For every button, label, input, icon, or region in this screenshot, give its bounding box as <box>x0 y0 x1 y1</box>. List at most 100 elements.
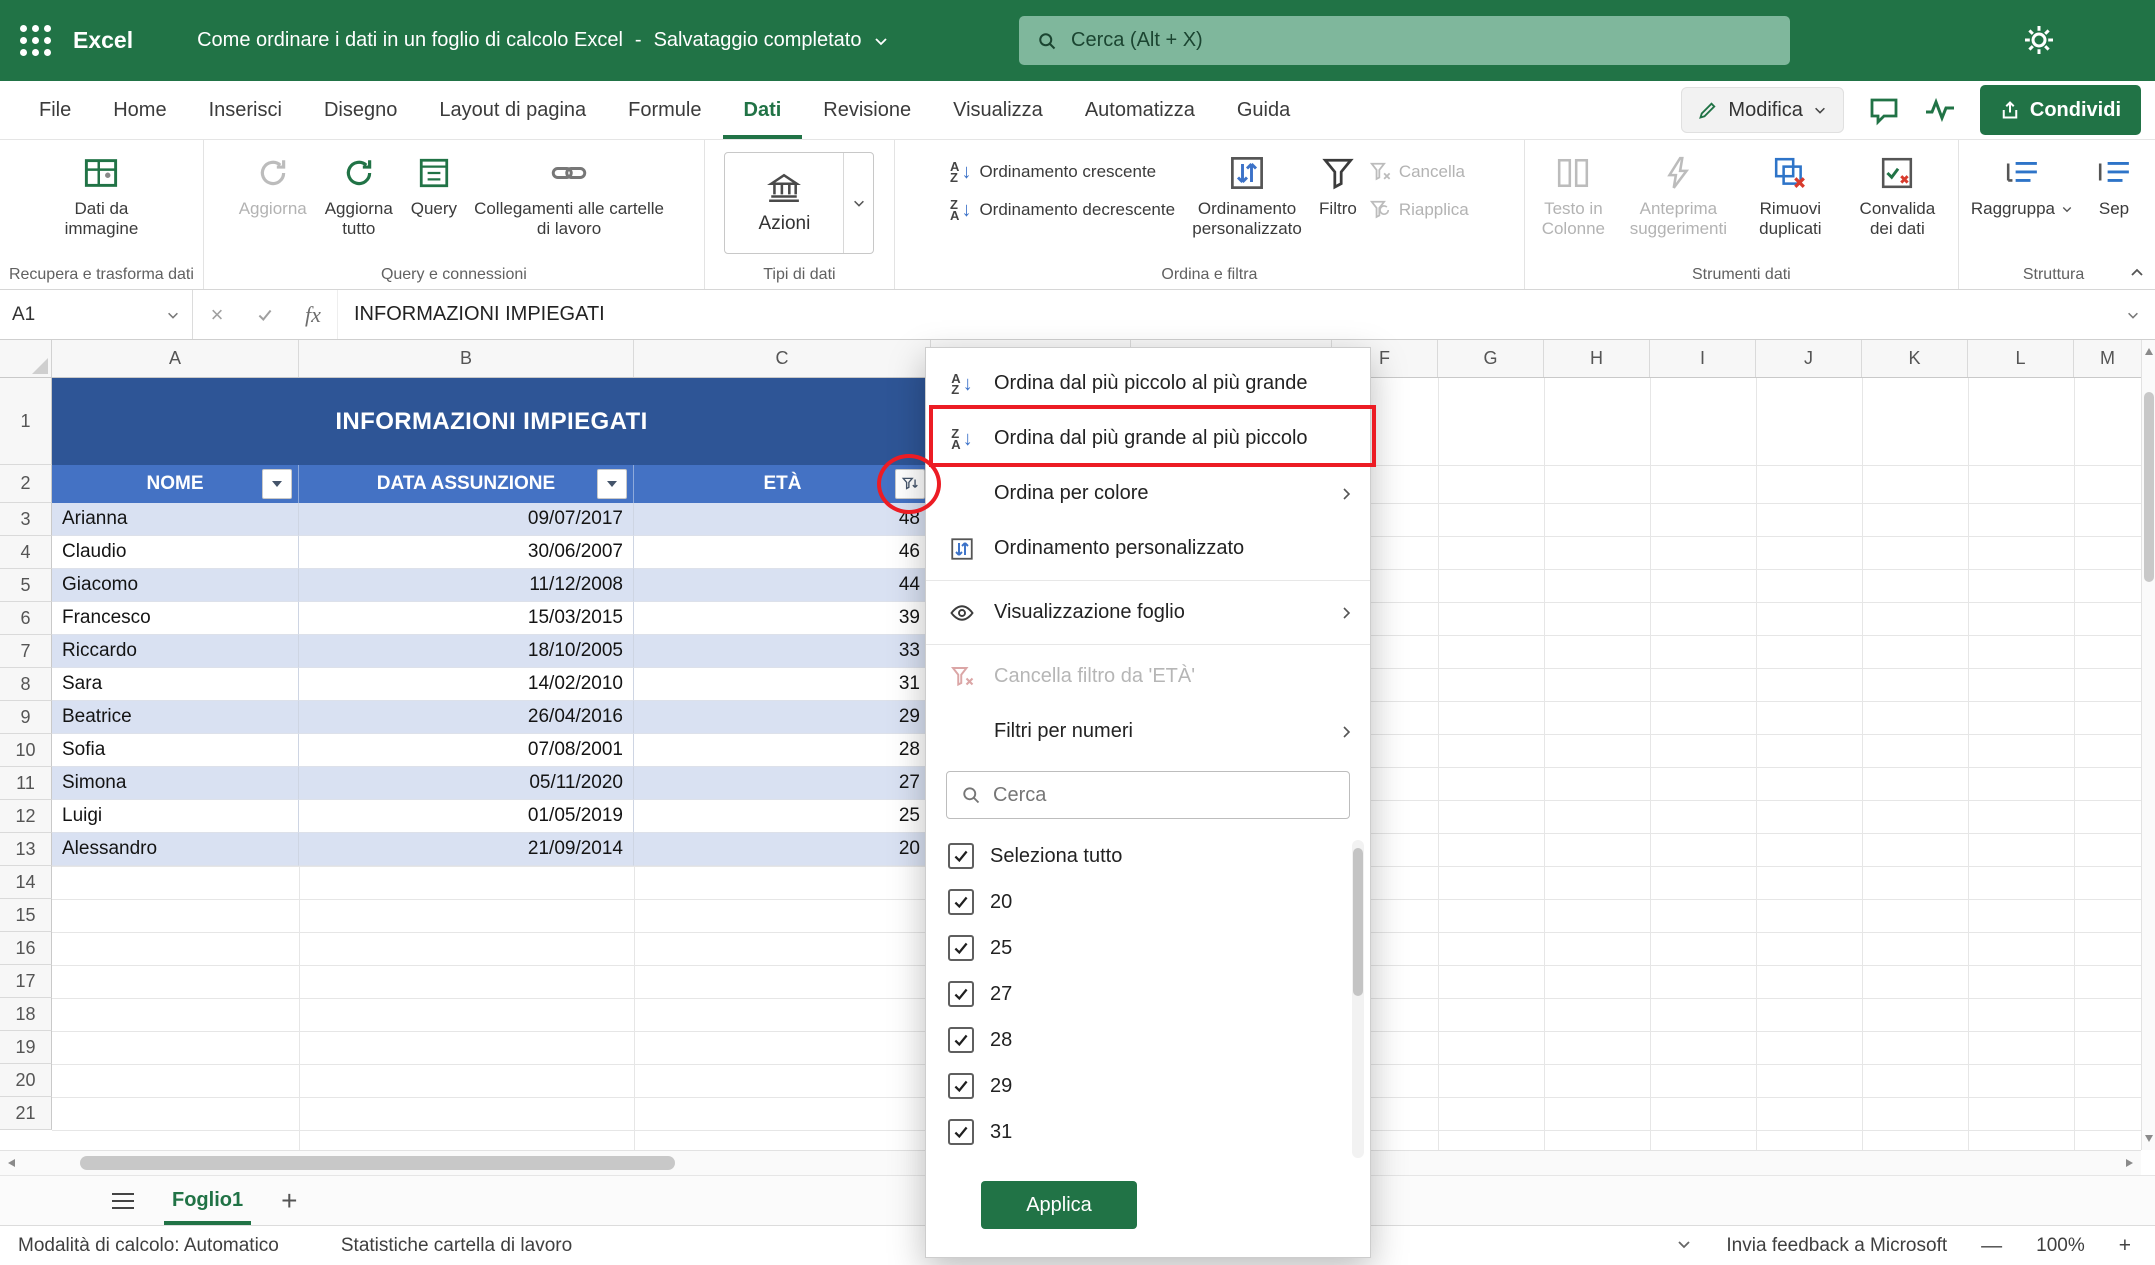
table-row[interactable]: Francesco 15/03/2015 39 <box>52 602 931 635</box>
row-header[interactable]: 19 <box>0 1031 52 1064</box>
cell-data[interactable]: 01/05/2019 <box>299 800 634 833</box>
cancel-entry-icon[interactable]: × <box>193 290 241 339</box>
cell-eta[interactable]: 33 <box>634 635 931 668</box>
tab-revisione[interactable]: Revisione <box>802 81 932 139</box>
scroll-up-arrow[interactable] <box>2145 348 2153 355</box>
row-header[interactable]: 9 <box>0 701 52 734</box>
tab-file[interactable]: File <box>18 81 92 139</box>
table-title-cell[interactable]: INFORMAZIONI IMPIEGATI <box>52 378 931 465</box>
cell-data[interactable]: 14/02/2010 <box>299 668 634 701</box>
column-header-b[interactable]: B <box>299 340 634 377</box>
table-row[interactable]: Alessandro 21/09/2014 20 <box>52 833 931 866</box>
data-assunzione-filter-dropdown-button[interactable] <box>597 469 627 499</box>
refresh-button[interactable]: Aggiorna <box>233 148 313 225</box>
cell-nome[interactable]: Luigi <box>52 800 299 833</box>
cell-eta[interactable]: 44 <box>634 569 931 602</box>
cell-nome[interactable]: Sara <box>52 668 299 701</box>
cell-data[interactable]: 21/09/2014 <box>299 833 634 866</box>
activity-sparkline-icon[interactable] <box>1924 94 1956 126</box>
row-header[interactable]: 10 <box>0 734 52 767</box>
editing-mode-button[interactable]: Modifica <box>1681 87 1843 133</box>
cell-nome[interactable]: Riccardo <box>52 635 299 668</box>
header-cell-eta[interactable]: ETÀ <box>634 465 931 503</box>
cell-nome[interactable]: Giacomo <box>52 569 299 602</box>
menu-item-sort-by-color[interactable]: Ordina per colore <box>926 466 1370 521</box>
value-checkbox-row[interactable]: 29 <box>948 1063 1370 1109</box>
table-row[interactable]: Riccardo 18/10/2005 33 <box>52 635 931 668</box>
tab-formule[interactable]: Formule <box>607 81 722 139</box>
row-header[interactable]: 13 <box>0 833 52 866</box>
data-types-dropdown[interactable] <box>843 153 873 253</box>
comments-icon[interactable] <box>1868 94 1900 126</box>
row-header[interactable]: 17 <box>0 965 52 998</box>
cell-data[interactable]: 07/08/2001 <box>299 734 634 767</box>
checkbox-checked-icon[interactable] <box>948 1027 974 1053</box>
formula-bar-value[interactable]: INFORMAZIONI IMPIEGATI <box>337 290 2111 339</box>
row-header[interactable]: 21 <box>0 1097 52 1130</box>
row-header[interactable]: 8 <box>0 668 52 701</box>
cell-nome[interactable]: Sofia <box>52 734 299 767</box>
cell-eta[interactable]: 39 <box>634 602 931 635</box>
cell-data[interactable]: 11/12/2008 <box>299 569 634 602</box>
document-title-bar[interactable]: Come ordinare i dati in un foglio di cal… <box>197 29 889 52</box>
add-sheet-button[interactable]: + <box>281 1187 297 1215</box>
cell-data[interactable]: 05/11/2020 <box>299 767 634 800</box>
row-header[interactable]: 6 <box>0 602 52 635</box>
column-header-i[interactable]: I <box>1650 340 1756 377</box>
checkbox-checked-icon[interactable] <box>948 1119 974 1145</box>
row-header[interactable]: 3 <box>0 503 52 536</box>
cell-eta[interactable]: 25 <box>634 800 931 833</box>
workbook-statistics-button[interactable]: Statistiche cartella di lavoro <box>341 1235 572 1257</box>
tab-guida[interactable]: Guida <box>1216 81 1311 139</box>
row-header[interactable]: 15 <box>0 899 52 932</box>
sort-descending-button[interactable]: ZA↓ Ordinamento decrescente <box>944 194 1181 226</box>
app-launcher-icon[interactable] <box>20 25 51 56</box>
column-header-c[interactable]: C <box>634 340 931 377</box>
select-all-checkbox-row[interactable]: Seleziona tutto <box>948 833 1370 879</box>
cell-eta[interactable]: 48 <box>634 503 931 536</box>
value-checkbox-row[interactable]: 28 <box>948 1017 1370 1063</box>
checkbox-checked-icon[interactable] <box>948 935 974 961</box>
reapply-filter-button[interactable]: Riapplica <box>1363 194 1475 226</box>
header-cell-data-assunzione[interactable]: DATA ASSUNZIONE <box>299 465 634 503</box>
menu-item-sheet-view[interactable]: Visualizzazione foglio <box>926 585 1370 640</box>
menu-item-sort-descending[interactable]: ZA↓ Ordina dal più grande al più piccolo <box>926 411 1370 466</box>
global-search-box[interactable] <box>1019 16 1790 65</box>
scrollbar-thumb[interactable] <box>2144 392 2154 582</box>
scrollbar-thumb[interactable] <box>80 1156 675 1170</box>
scroll-right-arrow[interactable] <box>2126 1159 2133 1167</box>
tab-visualizza[interactable]: Visualizza <box>932 81 1064 139</box>
data-validation-button[interactable]: Convalida dei dati <box>1841 148 1953 244</box>
filter-button[interactable]: Filtro <box>1313 148 1363 225</box>
feedback-link[interactable]: Invia feedback a Microsoft <box>1726 1235 1947 1257</box>
table-row[interactable]: Simona 05/11/2020 27 <box>52 767 931 800</box>
table-row[interactable]: Sofia 07/08/2001 28 <box>52 734 931 767</box>
cell-nome[interactable]: Alessandro <box>52 833 299 866</box>
filter-search-box[interactable] <box>946 771 1350 819</box>
refresh-all-button[interactable]: Aggiorna tutto <box>313 148 405 244</box>
row-header[interactable]: 5 <box>0 569 52 602</box>
row-header[interactable]: 4 <box>0 536 52 569</box>
select-all-corner[interactable] <box>0 340 52 377</box>
nome-filter-dropdown-button[interactable] <box>262 469 292 499</box>
menu-item-sort-ascending[interactable]: AZ↓ Ordina dal più piccolo al più grande <box>926 356 1370 411</box>
expand-formula-bar-chevron[interactable] <box>2111 290 2155 339</box>
row-header[interactable]: 14 <box>0 866 52 899</box>
checkbox-checked-icon[interactable] <box>948 843 974 869</box>
eta-filter-dropdown-button[interactable] <box>895 469 925 499</box>
row-header[interactable]: 7 <box>0 635 52 668</box>
row-header[interactable]: 2 <box>0 465 52 503</box>
tab-automatizza[interactable]: Automatizza <box>1064 81 1216 139</box>
cell-nome[interactable]: Simona <box>52 767 299 800</box>
menu-item-number-filters[interactable]: Filtri per numeri <box>926 704 1370 759</box>
value-checkbox-row[interactable]: 20 <box>948 879 1370 925</box>
cell-nome[interactable]: Francesco <box>52 602 299 635</box>
column-header-k[interactable]: K <box>1862 340 1968 377</box>
zoom-level[interactable]: 100% <box>2036 1235 2085 1257</box>
custom-sort-button[interactable]: Ordinamento personalizzato <box>1181 148 1313 244</box>
workbook-links-button[interactable]: Collegamenti alle cartelle di lavoro <box>463 148 675 244</box>
table-row[interactable]: Claudio 30/06/2007 46 <box>52 536 931 569</box>
column-header-h[interactable]: H <box>1544 340 1650 377</box>
cell-nome[interactable]: Arianna <box>52 503 299 536</box>
tab-disegno[interactable]: Disegno <box>303 81 418 139</box>
